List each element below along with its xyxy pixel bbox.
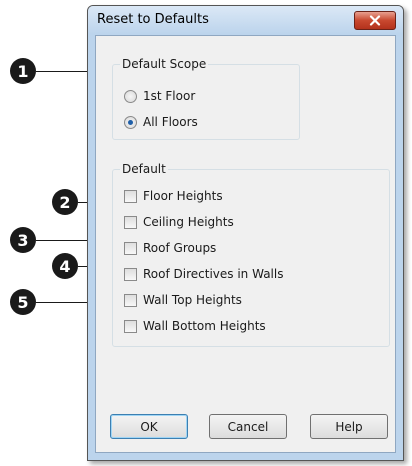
checkbox-wall-top-heights-label: Wall Top Heights: [143, 293, 242, 307]
help-button[interactable]: Help: [310, 414, 388, 439]
default-label: Default: [120, 162, 168, 176]
checkbox-floor-heights[interactable]: Floor Heights: [124, 189, 223, 203]
checkbox-wall-bottom-heights[interactable]: Wall Bottom Heights: [124, 319, 266, 333]
callout-3-badge: 3: [10, 227, 36, 253]
callout-4-badge: 4: [52, 253, 78, 279]
checkbox-roof-groups-label: Roof Groups: [143, 241, 217, 255]
checkbox-roof-directives-label: Roof Directives in Walls: [143, 267, 284, 281]
cancel-button[interactable]: Cancel: [209, 414, 287, 439]
checkbox-roof-groups[interactable]: Roof Groups: [124, 241, 216, 255]
dialog-body: Default Scope 1st Floor All Floors Defau…: [95, 35, 396, 453]
checkbox-icon: [124, 215, 137, 229]
default-scope-label: Default Scope: [120, 57, 209, 71]
default-scope-group: Default Scope 1st Floor All Floors: [112, 57, 300, 140]
callout-5-badge: 5: [10, 289, 36, 315]
checkbox-icon: [124, 267, 137, 281]
checkbox-floor-heights-label: Floor Heights: [143, 189, 223, 203]
checkbox-icon: [124, 293, 137, 307]
radio-button-icon: [124, 89, 137, 103]
checkbox-roof-directives-in-walls[interactable]: Roof Directives in Walls: [124, 267, 283, 281]
callout-1-badge: 1: [10, 58, 36, 84]
default-group: Default Floor Heights Ceiling Heights Ro…: [112, 162, 390, 347]
checkbox-icon: [124, 189, 137, 203]
radio-button-selected-icon: [124, 115, 137, 129]
radio-all-floors-label: All Floors: [143, 115, 198, 129]
callout-2-badge: 2: [52, 189, 78, 215]
reset-to-defaults-dialog: Reset to Defaults Default Scope 1st Floo…: [87, 5, 404, 461]
title-bar[interactable]: Reset to Defaults: [88, 6, 403, 34]
close-icon: [369, 15, 381, 26]
radio-all-floors[interactable]: All Floors: [124, 115, 198, 129]
radio-1st-floor[interactable]: 1st Floor: [124, 89, 195, 103]
checkbox-icon: [124, 319, 137, 333]
radio-1st-floor-label: 1st Floor: [143, 89, 196, 103]
checkbox-wall-bottom-heights-label: Wall Bottom Heights: [143, 319, 266, 333]
ok-button[interactable]: OK: [110, 414, 188, 439]
checkbox-ceiling-heights-label: Ceiling Heights: [143, 215, 234, 229]
checkbox-wall-top-heights[interactable]: Wall Top Heights: [124, 293, 242, 307]
checkbox-icon: [124, 241, 137, 255]
checkbox-ceiling-heights[interactable]: Ceiling Heights: [124, 215, 234, 229]
dialog-title: Reset to Defaults: [97, 12, 209, 27]
close-button[interactable]: [354, 11, 396, 30]
